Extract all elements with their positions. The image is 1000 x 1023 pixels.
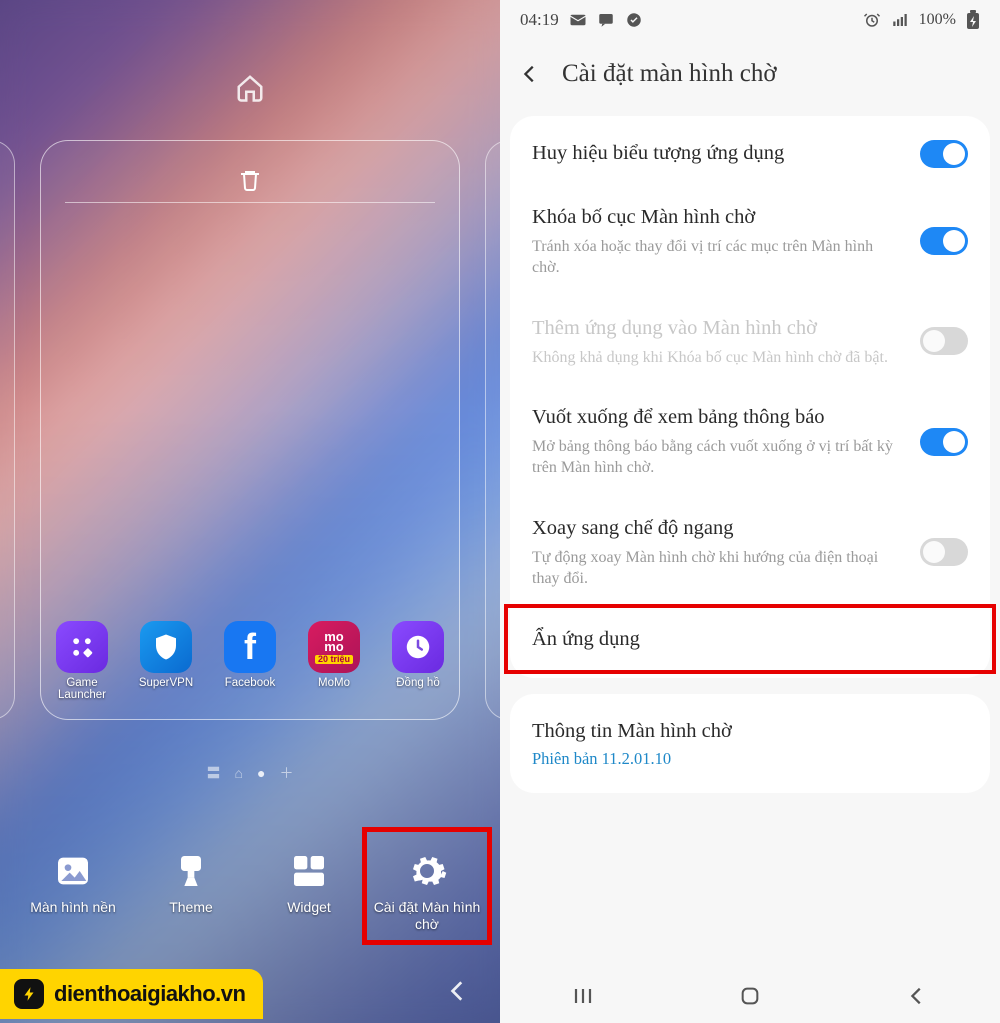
mail-icon xyxy=(569,11,587,29)
screen-title: Cài đặt màn hình chờ xyxy=(562,60,777,88)
game-launcher-icon xyxy=(56,621,108,673)
app-supervpn[interactable]: SuperVPN xyxy=(133,621,199,701)
signal-icon xyxy=(891,11,909,29)
alarm-icon xyxy=(863,11,881,29)
branding-badge: dienthoaigiakho.vn xyxy=(0,965,263,1023)
screen-header: Cài đặt màn hình chờ xyxy=(500,40,1000,116)
current-page-card[interactable]: Game Launcher SuperVPN f Facebook mo mo … xyxy=(40,140,460,720)
nav-bar xyxy=(500,969,1000,1023)
action-theme[interactable]: Theme xyxy=(136,849,246,933)
row-app-icon-badges[interactable]: Huy hiệu biểu tượng ứng dụng xyxy=(510,122,990,186)
toggle-lock-layout[interactable] xyxy=(920,227,968,255)
brand-text: dienthoaigiakho.vn xyxy=(54,981,245,1007)
home-editor-screen: Game Launcher SuperVPN f Facebook mo mo … xyxy=(0,0,500,1023)
status-time: 04:19 xyxy=(520,10,559,30)
trash-icon xyxy=(238,166,262,194)
home-icon[interactable] xyxy=(232,70,268,106)
delete-page-row[interactable] xyxy=(41,157,459,203)
settings-card-1: Huy hiệu biểu tượng ứng dụng Khóa bố cục… xyxy=(510,116,990,678)
nav-back-left[interactable] xyxy=(440,973,476,1009)
toggle-add-apps xyxy=(920,327,968,355)
app-label: Game Launcher xyxy=(49,677,115,701)
next-page-card[interactable] xyxy=(485,140,500,720)
toggle-swipe[interactable] xyxy=(920,428,968,456)
app-label: SuperVPN xyxy=(139,677,193,689)
action-widget[interactable]: Widget xyxy=(254,849,364,933)
image-icon xyxy=(51,849,95,893)
back-button[interactable] xyxy=(514,58,546,90)
prev-page-card[interactable] xyxy=(0,140,15,720)
app-game-launcher[interactable]: Game Launcher xyxy=(49,621,115,701)
row-lock-layout[interactable]: Khóa bố cục Màn hình chờ Tránh xóa hoặc … xyxy=(510,186,990,297)
page-home-icon: ⌂ xyxy=(235,765,243,781)
action-wallpaper[interactable]: Màn hình nền xyxy=(18,849,128,933)
row-about[interactable]: Thông tin Màn hình chờ Phiên bản 11.2.01… xyxy=(510,700,990,788)
battery-charging-icon xyxy=(966,10,980,30)
facebook-icon: f xyxy=(224,621,276,673)
highlight-settings-action xyxy=(362,827,492,945)
app-facebook[interactable]: f Facebook xyxy=(217,621,283,701)
clock-icon xyxy=(392,621,444,673)
nav-back[interactable] xyxy=(898,977,936,1015)
battery-text: 100% xyxy=(919,11,956,29)
page-pair-icon: 〓 xyxy=(207,763,221,783)
settings-card-about: Thông tin Màn hình chờ Phiên bản 11.2.01… xyxy=(510,694,990,794)
home-settings-screen: 04:19 100% Cà xyxy=(500,0,1000,1023)
version-text: Phiên bản 11.2.01.10 xyxy=(532,749,968,769)
supervpn-icon xyxy=(140,621,192,673)
page-indicator[interactable]: 〓 ⌂ ● ＋ xyxy=(0,763,500,783)
app-label: Facebook xyxy=(225,677,276,689)
nav-recents[interactable] xyxy=(564,977,602,1015)
momo-icon: mo mo 20 triệu xyxy=(308,621,360,673)
page-current-dot: ● xyxy=(257,765,265,781)
brand-icon xyxy=(14,979,44,1009)
widget-icon xyxy=(287,849,331,893)
app-dock: Game Launcher SuperVPN f Facebook mo mo … xyxy=(41,621,459,701)
app-clock[interactable]: Đồng hồ xyxy=(385,621,451,701)
nav-home[interactable] xyxy=(731,977,769,1015)
brush-icon xyxy=(169,849,213,893)
toggle-rotate[interactable] xyxy=(920,538,968,566)
app-label: MoMo xyxy=(318,677,350,689)
row-rotate[interactable]: Xoay sang chế độ ngang Tự động xoay Màn … xyxy=(510,497,990,608)
page-add-icon: ＋ xyxy=(279,763,293,783)
highlight-hide-apps xyxy=(504,604,996,674)
toggle-badges[interactable] xyxy=(920,140,968,168)
check-circle-icon xyxy=(625,11,643,29)
status-bar: 04:19 100% xyxy=(500,0,1000,40)
app-momo[interactable]: mo mo 20 triệu MoMo xyxy=(301,621,367,701)
app-label: Đồng hồ xyxy=(396,677,439,689)
chat-icon xyxy=(597,11,615,29)
row-swipe-notifications[interactable]: Vuốt xuống để xem bảng thông báo Mở bảng… xyxy=(510,386,990,497)
row-add-apps: Thêm ứng dụng vào Màn hình chờ Không khả… xyxy=(510,297,990,386)
